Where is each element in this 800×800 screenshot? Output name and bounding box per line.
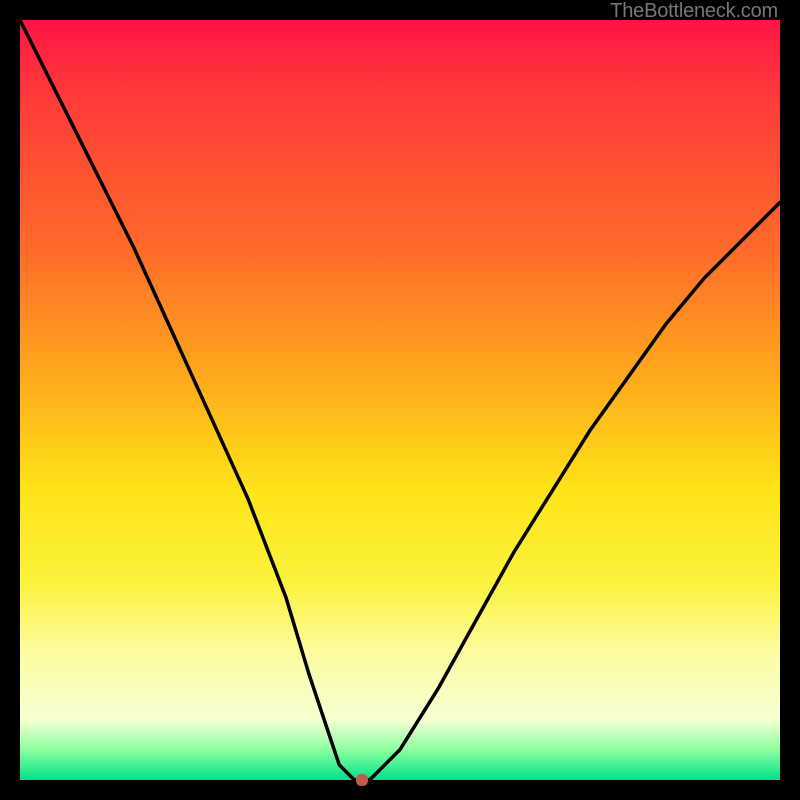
plot-area xyxy=(20,20,780,780)
min-marker xyxy=(356,774,368,786)
bottleneck-curve xyxy=(20,20,780,780)
chart-frame: TheBottleneck.com xyxy=(0,0,800,800)
